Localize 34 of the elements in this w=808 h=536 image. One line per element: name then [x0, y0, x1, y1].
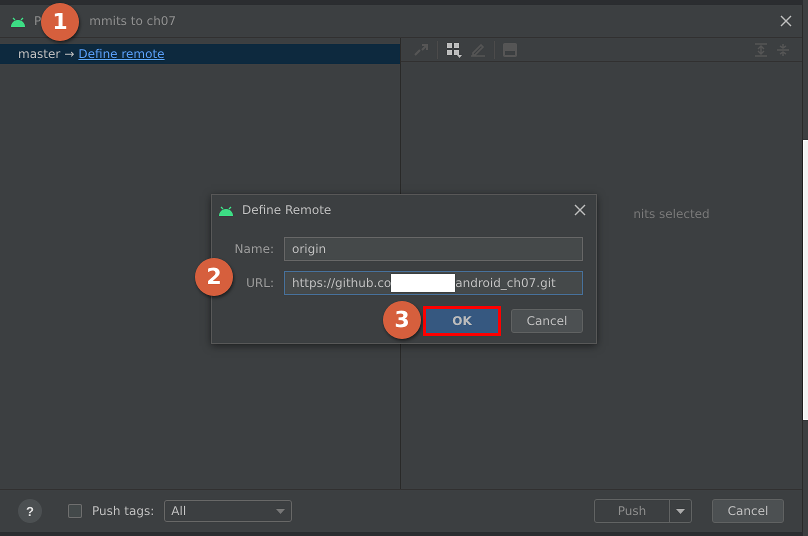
compare-icon[interactable]	[413, 42, 429, 56]
push-options-button[interactable]	[670, 499, 692, 523]
cancel-button[interactable]: Cancel	[511, 309, 583, 333]
push-tags-checkbox[interactable]	[68, 504, 82, 518]
field-label: URL:	[245, 276, 275, 290]
field-label: Name:	[234, 242, 275, 256]
dialog-title: Define Remote	[242, 203, 332, 217]
caret-icon	[676, 508, 685, 514]
cancel-button[interactable]: Cancel	[712, 499, 784, 523]
ok-button[interactable]: OK	[423, 306, 501, 336]
input-field[interactable]: origin	[284, 237, 583, 261]
android-icon	[218, 204, 234, 216]
caret-icon	[276, 508, 286, 514]
android-icon	[10, 16, 26, 26]
expand-all-icon[interactable]	[754, 42, 768, 56]
define-remote-link[interactable]: Define remote	[78, 47, 165, 61]
empty-text: nits selected	[633, 207, 710, 223]
group-icon[interactable]	[446, 42, 462, 58]
window-title: P	[34, 14, 42, 28]
close-icon[interactable]	[780, 15, 792, 27]
collapse-all-icon[interactable]	[776, 42, 790, 56]
help-button[interactable]: ?	[18, 499, 42, 523]
close-icon[interactable]	[574, 204, 586, 216]
input-field[interactable]: https://github.co android_ch07.git	[284, 271, 583, 295]
window-title: mmits to ch07	[89, 14, 176, 28]
preview-icon[interactable]	[503, 42, 517, 56]
edit-icon[interactable]	[470, 42, 486, 56]
branch-name: master	[18, 47, 60, 61]
step-badge: 2	[195, 258, 233, 296]
tags-dropdown[interactable]: All	[164, 500, 292, 522]
branch-row[interactable]: master → Define remote	[0, 44, 400, 64]
step-badge: 1	[41, 3, 79, 41]
arrow-text: →	[64, 47, 74, 61]
push-tags-label: Push tags:	[92, 504, 154, 518]
